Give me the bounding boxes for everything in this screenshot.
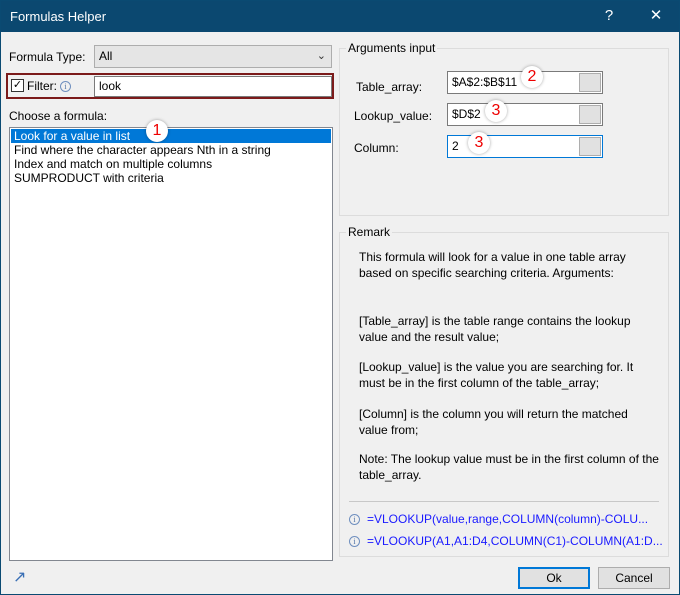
column-value: 2	[452, 139, 459, 153]
filter-row: ✓ Filter: i look	[6, 73, 334, 99]
step-badge-1: 1	[146, 120, 168, 142]
arguments-title: Arguments input	[346, 41, 438, 55]
formula-syntax: =VLOOKUP(value,range,COLUMN(column)-COLU…	[367, 512, 649, 526]
remark-title: Remark	[346, 225, 393, 239]
range-select-icon[interactable]	[579, 137, 601, 156]
formula-type-value: All	[99, 49, 113, 63]
lookup-value-label: Lookup_value:	[354, 109, 433, 123]
filter-checkbox[interactable]: ✓	[11, 79, 24, 92]
divider	[349, 501, 659, 502]
ok-button[interactable]: Ok	[518, 567, 590, 589]
list-item[interactable]: Index and match on multiple columns	[10, 157, 332, 171]
info-icon: i	[349, 536, 360, 547]
step-badge-3b: 3	[468, 132, 490, 154]
title-bar: Formulas Helper ? ✕	[1, 1, 679, 32]
list-item[interactable]: Find where the character appears Nth in …	[10, 143, 332, 157]
remark-note: Note: The lookup value must be in the fi…	[359, 452, 659, 482]
range-select-icon[interactable]	[579, 105, 601, 124]
window-title: Formulas Helper	[10, 9, 107, 24]
remark-lookup-value: [Lookup_value] is the value you are sear…	[359, 360, 634, 390]
info-icon[interactable]: i	[60, 81, 71, 92]
list-item[interactable]: SUMPRODUCT with criteria	[10, 171, 332, 185]
table-array-label: Table_array:	[356, 80, 423, 94]
lookup-value-value: $D$2	[452, 107, 481, 121]
formula-type-label: Formula Type:	[9, 50, 86, 64]
list-item[interactable]: Look for a value in list	[11, 129, 331, 143]
filter-input[interactable]: look	[94, 76, 332, 97]
info-icon: i	[349, 514, 360, 525]
formula-example: =VLOOKUP(A1,A1:D4,COLUMN(C1)-COLUMN(A1:D…	[367, 534, 663, 548]
close-button[interactable]: ✕	[636, 5, 676, 27]
range-select-icon[interactable]	[579, 73, 601, 92]
lookup-value-input[interactable]: $D$2	[447, 103, 603, 126]
filter-value: look	[99, 79, 122, 93]
cancel-button[interactable]: Cancel	[598, 567, 670, 589]
chevron-down-icon: ⌄	[316, 50, 326, 62]
help-button[interactable]: ?	[589, 5, 629, 27]
remark-table-array: [Table_array] is the table range contain…	[359, 314, 631, 344]
filter-label: Filter:	[27, 79, 57, 93]
column-label: Column:	[354, 141, 399, 155]
formula-listbox[interactable]: Look for a value in list Find where the …	[9, 127, 333, 561]
table-array-value: $A$2:$B$11	[452, 75, 518, 89]
step-badge-2: 2	[521, 66, 543, 88]
remark-column: [Column] is the column you will return t…	[359, 407, 628, 437]
choose-formula-label: Choose a formula:	[9, 109, 108, 123]
formula-type-dropdown[interactable]: All ⌄	[94, 45, 332, 68]
formulas-helper-dialog: Formulas Helper ? ✕ Formula Type: All ⌄ …	[0, 0, 680, 595]
remark-intro: This formula will look for a value in on…	[359, 250, 626, 280]
step-badge-3: 3	[485, 100, 507, 122]
share-icon[interactable]: ↗	[13, 567, 26, 587]
